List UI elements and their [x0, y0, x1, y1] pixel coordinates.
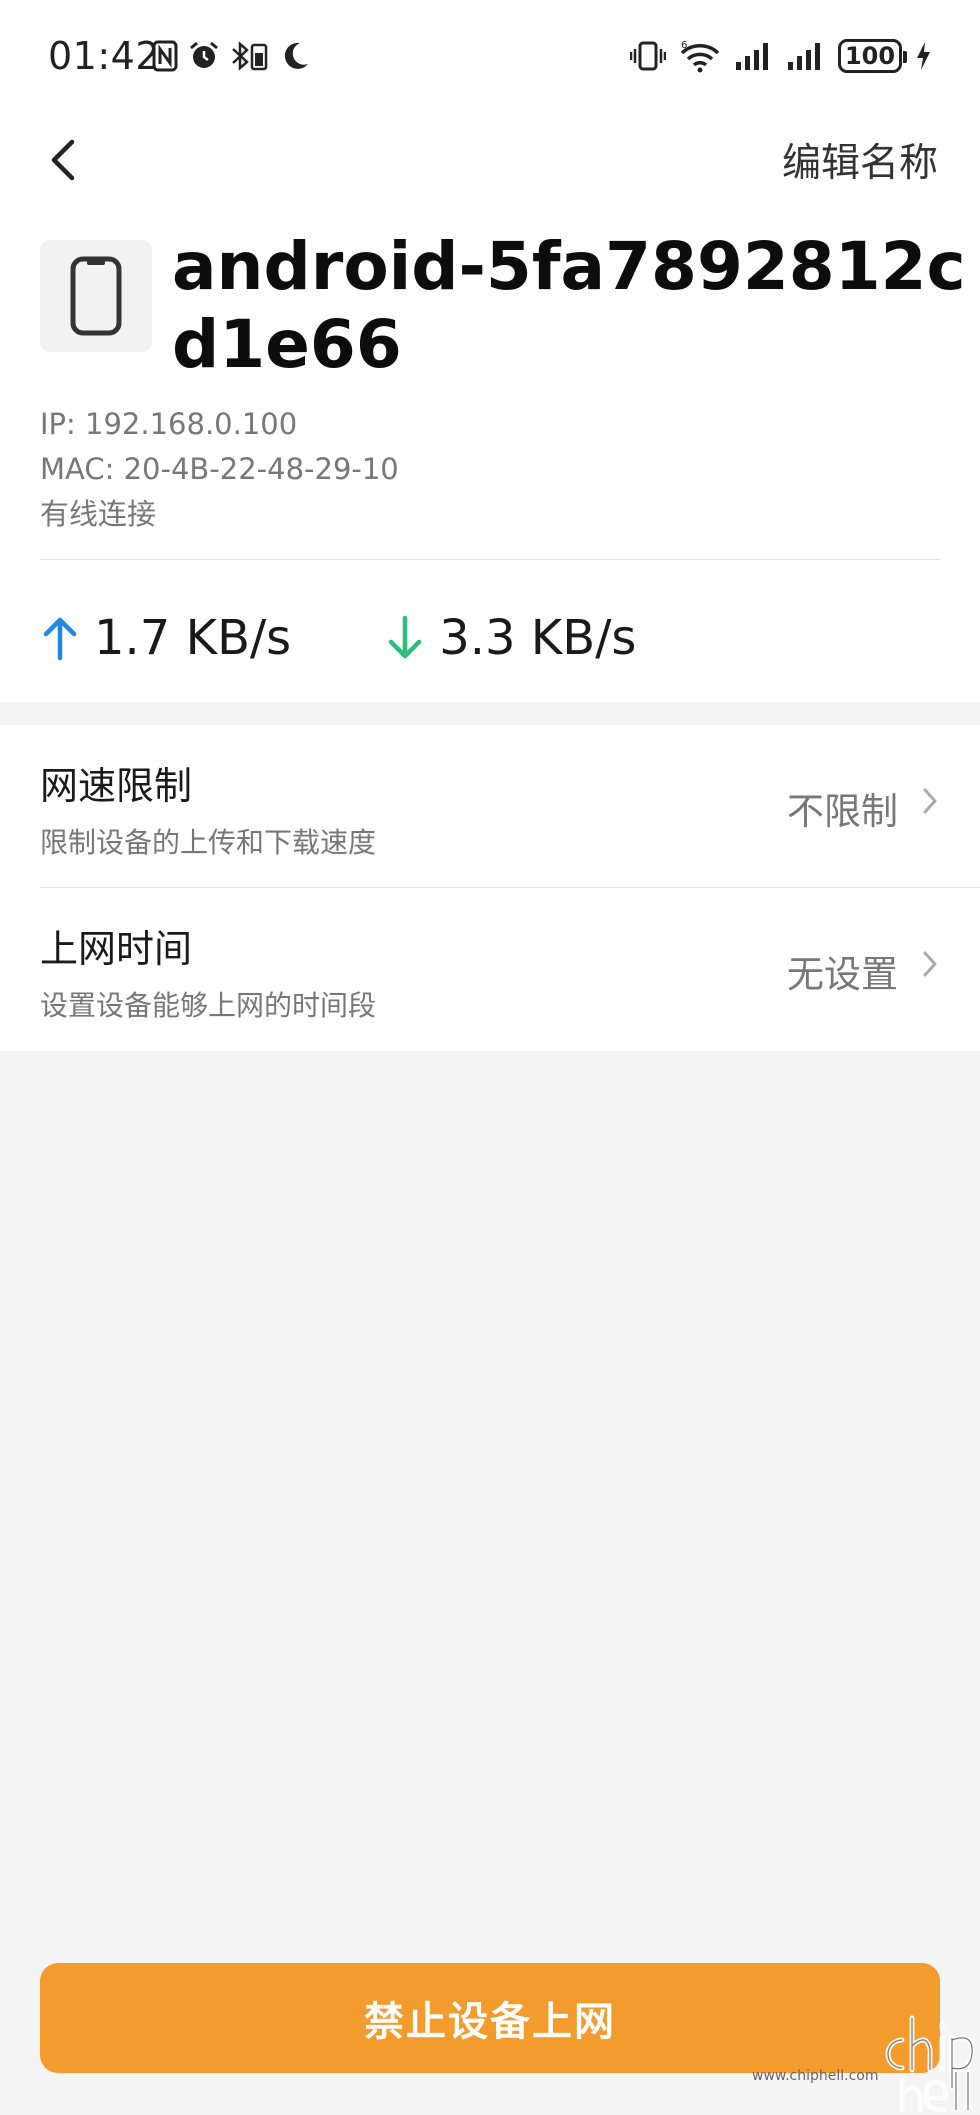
device-summary-panel: 01:42 6 100 编辑名称 android-5fa7892812cd1e6…: [0, 0, 980, 702]
device-ip: IP: 192.168.0.100: [40, 407, 298, 441]
status-left-icons: [152, 36, 310, 76]
alarm-icon: [188, 40, 220, 72]
battery-level: 100: [844, 42, 896, 70]
download-speed-value: 3.3 KB/s: [439, 610, 637, 666]
device-mac: MAC: 20-4B-22-48-29-10: [40, 452, 399, 486]
bluetooth-battery-icon: [230, 40, 270, 72]
signal-icon: [734, 40, 774, 72]
device-header: android-5fa7892812cd1e66: [40, 228, 966, 383]
upload-speed: 1.7 KB/s: [40, 614, 291, 662]
svg-text:6: 6: [681, 40, 687, 51]
setting-description: 设置设备能够上网的时间段: [40, 989, 377, 1022]
chevron-right-icon: [923, 951, 937, 977]
status-time: 01:42: [48, 34, 161, 78]
edit-name-button[interactable]: 编辑名称: [782, 132, 938, 188]
nav-bar: 编辑名称: [0, 110, 980, 210]
arrow-down-icon: [388, 615, 422, 659]
device-icon-container: [40, 240, 152, 352]
watermark-site-text: www.chiphell.com: [752, 2068, 879, 2084]
arrow-up-icon: [43, 617, 77, 661]
setting-value: 不限制: [787, 790, 898, 833]
back-button[interactable]: [40, 130, 84, 190]
moon-icon: [280, 40, 310, 72]
vibrate-icon: [630, 40, 666, 72]
status-right-icons: 6 100: [630, 36, 932, 76]
setting-value: 无设置: [787, 953, 898, 996]
device-connection-type: 有线连接: [40, 497, 157, 531]
signal-icon: [786, 40, 826, 72]
settings-list: 网速限制 限制设备的上传和下载速度 不限制 上网时间 设置设备能够上网的时间段 …: [0, 725, 980, 1051]
chevron-left-icon: [51, 139, 75, 181]
chevron-right-icon: [923, 788, 937, 814]
nfc-icon: [152, 40, 178, 72]
speed-limit-row[interactable]: 网速限制 限制设备的上传和下载速度 不限制: [0, 725, 980, 888]
setting-title: 网速限制: [40, 764, 193, 808]
setting-description: 限制设备的上传和下载速度: [40, 826, 377, 859]
download-speed: 3.3 KB/s: [385, 614, 636, 662]
charging-icon: [914, 40, 932, 72]
online-time-row[interactable]: 上网时间 设置设备能够上网的时间段 无设置: [0, 888, 980, 1051]
status-bar: 01:42 6 100: [0, 0, 980, 110]
smartphone-icon: [70, 256, 122, 336]
device-detail-page: 01:42 6 100 编辑名称 android-5fa7892812cd1e6…: [0, 0, 980, 2115]
speed-row: 1.7 KB/s 3.3 KB/s: [40, 608, 940, 668]
upload-speed-value: 1.7 KB/s: [94, 610, 292, 666]
device-info: IP: 192.168.0.100 MAC: 20-4B-22-48-29-10…: [40, 402, 940, 537]
setting-title: 上网时间: [40, 927, 193, 971]
wifi-6-icon: 6: [678, 39, 722, 73]
divider: [40, 559, 940, 560]
battery-icon: 100: [838, 39, 907, 73]
block-device-button[interactable]: 禁止设备上网: [40, 1963, 940, 2073]
device-name: android-5fa7892812cd1e66: [172, 228, 966, 383]
